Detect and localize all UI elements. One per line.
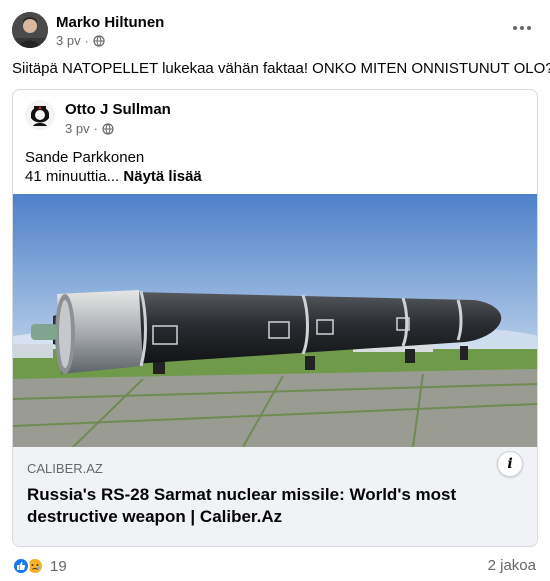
see-more-link[interactable]: Näytä lisää <box>123 168 201 185</box>
shared-author-avatar[interactable] <box>25 100 55 130</box>
shared-post-header: Otto J Sullman 3 pv · <box>25 100 525 140</box>
author-avatar[interactable] <box>12 12 48 48</box>
shared-body-line: Sande Parkkonen <box>25 149 145 166</box>
reactions-summary[interactable]: 19 <box>12 556 67 576</box>
link-preview-image[interactable] <box>13 194 537 447</box>
shared-post-timestamp[interactable]: 3 pv <box>65 121 90 136</box>
post-text: Siitäpä NATOPELLET lukekaa vähän faktaa!… <box>12 60 550 77</box>
shared-author-name[interactable]: Otto J Sullman <box>65 101 171 118</box>
link-title[interactable]: Russia's RS-28 Sarmat nuclear missile: W… <box>27 484 523 528</box>
meta-separator: · <box>93 121 98 136</box>
shared-body-truncated: 41 minuuttia... <box>25 168 120 185</box>
post-author-name[interactable]: Marko Hiltunen <box>56 14 164 31</box>
more-dot <box>513 26 517 30</box>
shared-post-card[interactable]: Otto J Sullman 3 pv · Sande Parkkonen 41… <box>12 89 538 547</box>
reaction-count: 19 <box>50 557 67 575</box>
post-timestamp[interactable]: 3 pv <box>56 33 81 48</box>
more-options-icon[interactable] <box>510 18 534 38</box>
like-icon <box>12 557 30 575</box>
post-meta: 3 pv · <box>56 33 105 48</box>
more-dot <box>520 26 524 30</box>
facebook-post: Marko Hiltunen 3 pv · Siitäpä NATOPELLET… <box>0 0 550 581</box>
more-dot <box>527 26 531 30</box>
link-domain: CALIBER.AZ <box>27 461 103 476</box>
shared-post-meta: 3 pv · <box>65 121 114 136</box>
meta-separator: · <box>84 33 89 48</box>
share-count[interactable]: 2 jakoa <box>488 557 536 574</box>
shared-body-line: 41 minuuttia... Näytä lisää <box>25 167 202 186</box>
info-icon[interactable]: i <box>497 451 523 477</box>
link-preview-caption[interactable]: CALIBER.AZ Russia's RS-28 Sarmat nuclear… <box>13 447 537 546</box>
globe-icon[interactable] <box>92 34 105 47</box>
shared-post-body: Sande Parkkonen 41 minuuttia... Näytä li… <box>25 148 202 186</box>
post-header: Marko Hiltunen 3 pv · <box>12 12 538 52</box>
globe-icon[interactable] <box>102 122 114 135</box>
